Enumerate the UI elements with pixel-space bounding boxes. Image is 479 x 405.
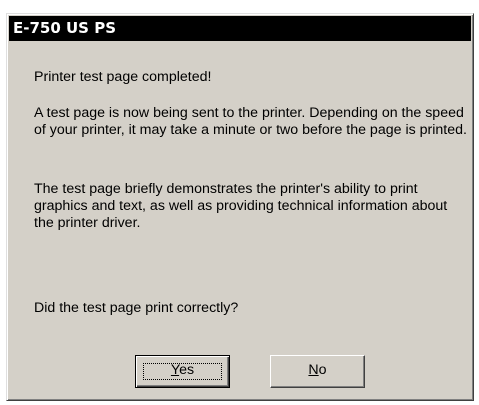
no-label-rest: o <box>318 362 327 378</box>
dialog-title-bar[interactable]: E-750 US PS <box>9 16 471 41</box>
yes-mnemonic: Y <box>170 362 180 378</box>
yes-button-label: Yes <box>171 362 194 378</box>
test-page-description: The test page briefly demonstrates the p… <box>34 181 448 231</box>
completion-message: Printer test page completed! <box>34 69 212 85</box>
sending-info-text: A test page is now being sent to the pri… <box>34 105 467 138</box>
yes-button[interactable]: Yes <box>135 355 230 388</box>
printer-test-dialog: E-750 US PS Printer test page completed!… <box>6 13 474 401</box>
dialog-title: E-750 US PS <box>13 19 117 37</box>
yes-label-rest: es <box>179 362 195 378</box>
no-button-label: No <box>308 362 326 378</box>
no-button[interactable]: No <box>270 355 365 388</box>
confirmation-question: Did the test page print correctly? <box>34 300 239 316</box>
no-mnemonic: N <box>308 362 319 378</box>
